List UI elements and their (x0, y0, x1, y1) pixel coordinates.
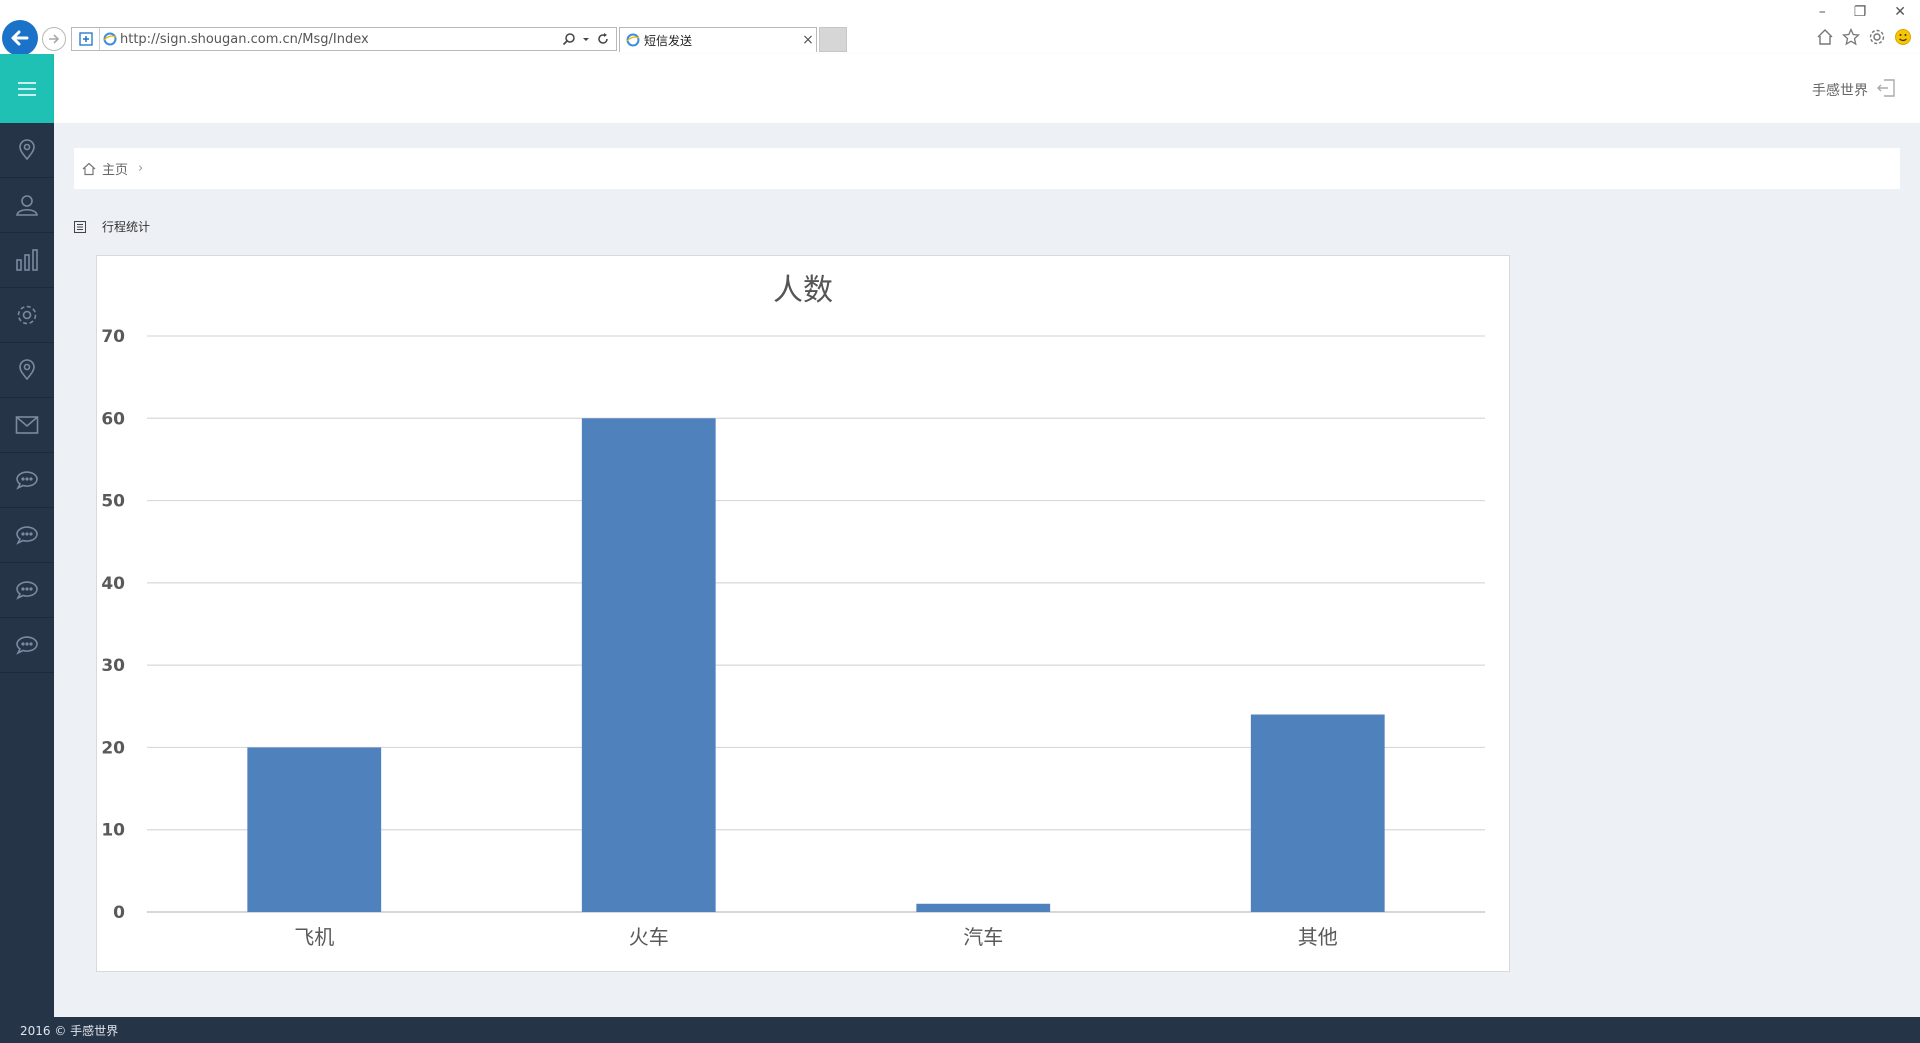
y-tick-label: 10 (101, 821, 125, 841)
home-icon[interactable] (1816, 28, 1834, 46)
y-tick-label: 70 (101, 327, 125, 347)
bar (1250, 714, 1385, 912)
tab-close-button[interactable]: × (800, 32, 816, 48)
smiley-icon[interactable] (1894, 28, 1912, 46)
gear-icon (17, 305, 37, 325)
hamburger-icon (18, 81, 36, 96)
sidebar-item-location[interactable] (0, 123, 54, 178)
footer: 2016 © 手感世界 (0, 1017, 1920, 1043)
chat-icon (16, 471, 38, 490)
close-window-button[interactable]: ✕ (1894, 4, 1906, 20)
breadcrumb-home[interactable]: 主页 (102, 159, 128, 178)
browser-chrome: http://sign.shougan.com.cn/Msg/Index 短信发… (0, 0, 1920, 56)
sidebar-item-settings[interactable] (0, 288, 54, 343)
y-tick-label: 0 (113, 903, 125, 923)
sidebar (0, 54, 54, 1017)
url-text[interactable]: http://sign.shougan.com.cn/Msg/Index (120, 32, 562, 47)
restore-button[interactable]: ❐ (1854, 4, 1867, 20)
browser-toolbar (1816, 28, 1912, 46)
address-bar[interactable]: http://sign.shougan.com.cn/Msg/Index (71, 27, 617, 51)
top-header: 手感世界 (54, 54, 1920, 123)
star-icon[interactable] (1842, 28, 1860, 46)
refresh-icon[interactable] (596, 32, 610, 46)
back-button[interactable] (2, 20, 38, 56)
add-site-icon (78, 32, 93, 46)
x-tick-label: 火车 (629, 925, 669, 949)
bar (916, 903, 1051, 912)
chat-icon (16, 581, 38, 600)
chart-title: 人数 (773, 273, 833, 308)
new-tab-button[interactable] (819, 27, 847, 52)
sidebar-item-chat-4[interactable] (0, 618, 54, 673)
dropdown-icon[interactable] (582, 32, 590, 46)
mail-icon (15, 416, 39, 434)
bar-chart-icon (16, 249, 38, 271)
sidebar-item-user[interactable] (0, 178, 54, 233)
ie-page-icon (100, 32, 120, 46)
tab-title: 短信发送 (644, 33, 693, 48)
section-header: 行程统计 (74, 218, 150, 235)
user-icon (16, 195, 38, 216)
main-content: 主页 › 行程统计 人数 0 10 20 30 40 50 60 70 飞机 火车 汽车 其他 (54, 123, 1920, 1017)
sidebar-item-mail[interactable] (0, 398, 54, 453)
user-name[interactable]: 手感世界 (1812, 80, 1868, 100)
chat-icon (16, 526, 38, 545)
list-icon (74, 220, 86, 233)
sidebar-item-chat-1[interactable] (0, 453, 54, 508)
sidebar-item-stats[interactable] (0, 233, 54, 288)
logout-icon (1877, 79, 1895, 97)
ie-tab-icon (626, 33, 640, 47)
breadcrumb: 主页 › (74, 148, 1900, 189)
section-title: 行程统计 (102, 220, 151, 234)
arrow-right-icon (49, 34, 60, 44)
gear-icon[interactable] (1868, 28, 1886, 46)
bar (581, 418, 716, 912)
location-pin-icon (19, 359, 35, 381)
window-controls: – ❐ ✕ (1819, 4, 1906, 20)
y-tick-label: 30 (101, 656, 125, 676)
footer-copyright: 2016 © 手感世界 (20, 1023, 119, 1038)
y-tick-label: 60 (101, 409, 125, 429)
sidebar-item-location-2[interactable] (0, 343, 54, 398)
y-tick-label: 20 (101, 738, 125, 758)
x-tick-label: 飞机 (294, 925, 334, 949)
y-tick-label: 50 (101, 492, 125, 512)
forward-button[interactable] (42, 27, 66, 51)
sidebar-item-chat-3[interactable] (0, 563, 54, 618)
logout-button[interactable] (1876, 78, 1896, 102)
menu-toggle-button[interactable] (0, 54, 54, 123)
minimize-button[interactable]: – (1819, 4, 1826, 20)
arrow-left-icon (11, 30, 29, 46)
chat-icon (16, 636, 38, 655)
location-pin-icon (19, 139, 35, 161)
sidebar-item-chat-2[interactable] (0, 508, 54, 563)
search-icon[interactable] (562, 32, 576, 46)
x-tick-label: 汽车 (963, 925, 1003, 949)
breadcrumb-separator: › (138, 161, 144, 176)
site-info-button[interactable] (72, 28, 100, 50)
y-tick-label: 40 (101, 574, 125, 594)
home-icon (82, 162, 96, 175)
bar (247, 747, 382, 912)
bar-chart: 人数 0 10 20 30 40 50 60 70 飞机 火车 汽车 其他 (101, 273, 1485, 949)
x-tick-label: 其他 (1298, 925, 1338, 949)
chart-container: 人数 0 10 20 30 40 50 60 70 飞机 火车 汽车 其他 (96, 255, 1510, 972)
browser-tab[interactable]: 短信发送 × (619, 27, 817, 52)
